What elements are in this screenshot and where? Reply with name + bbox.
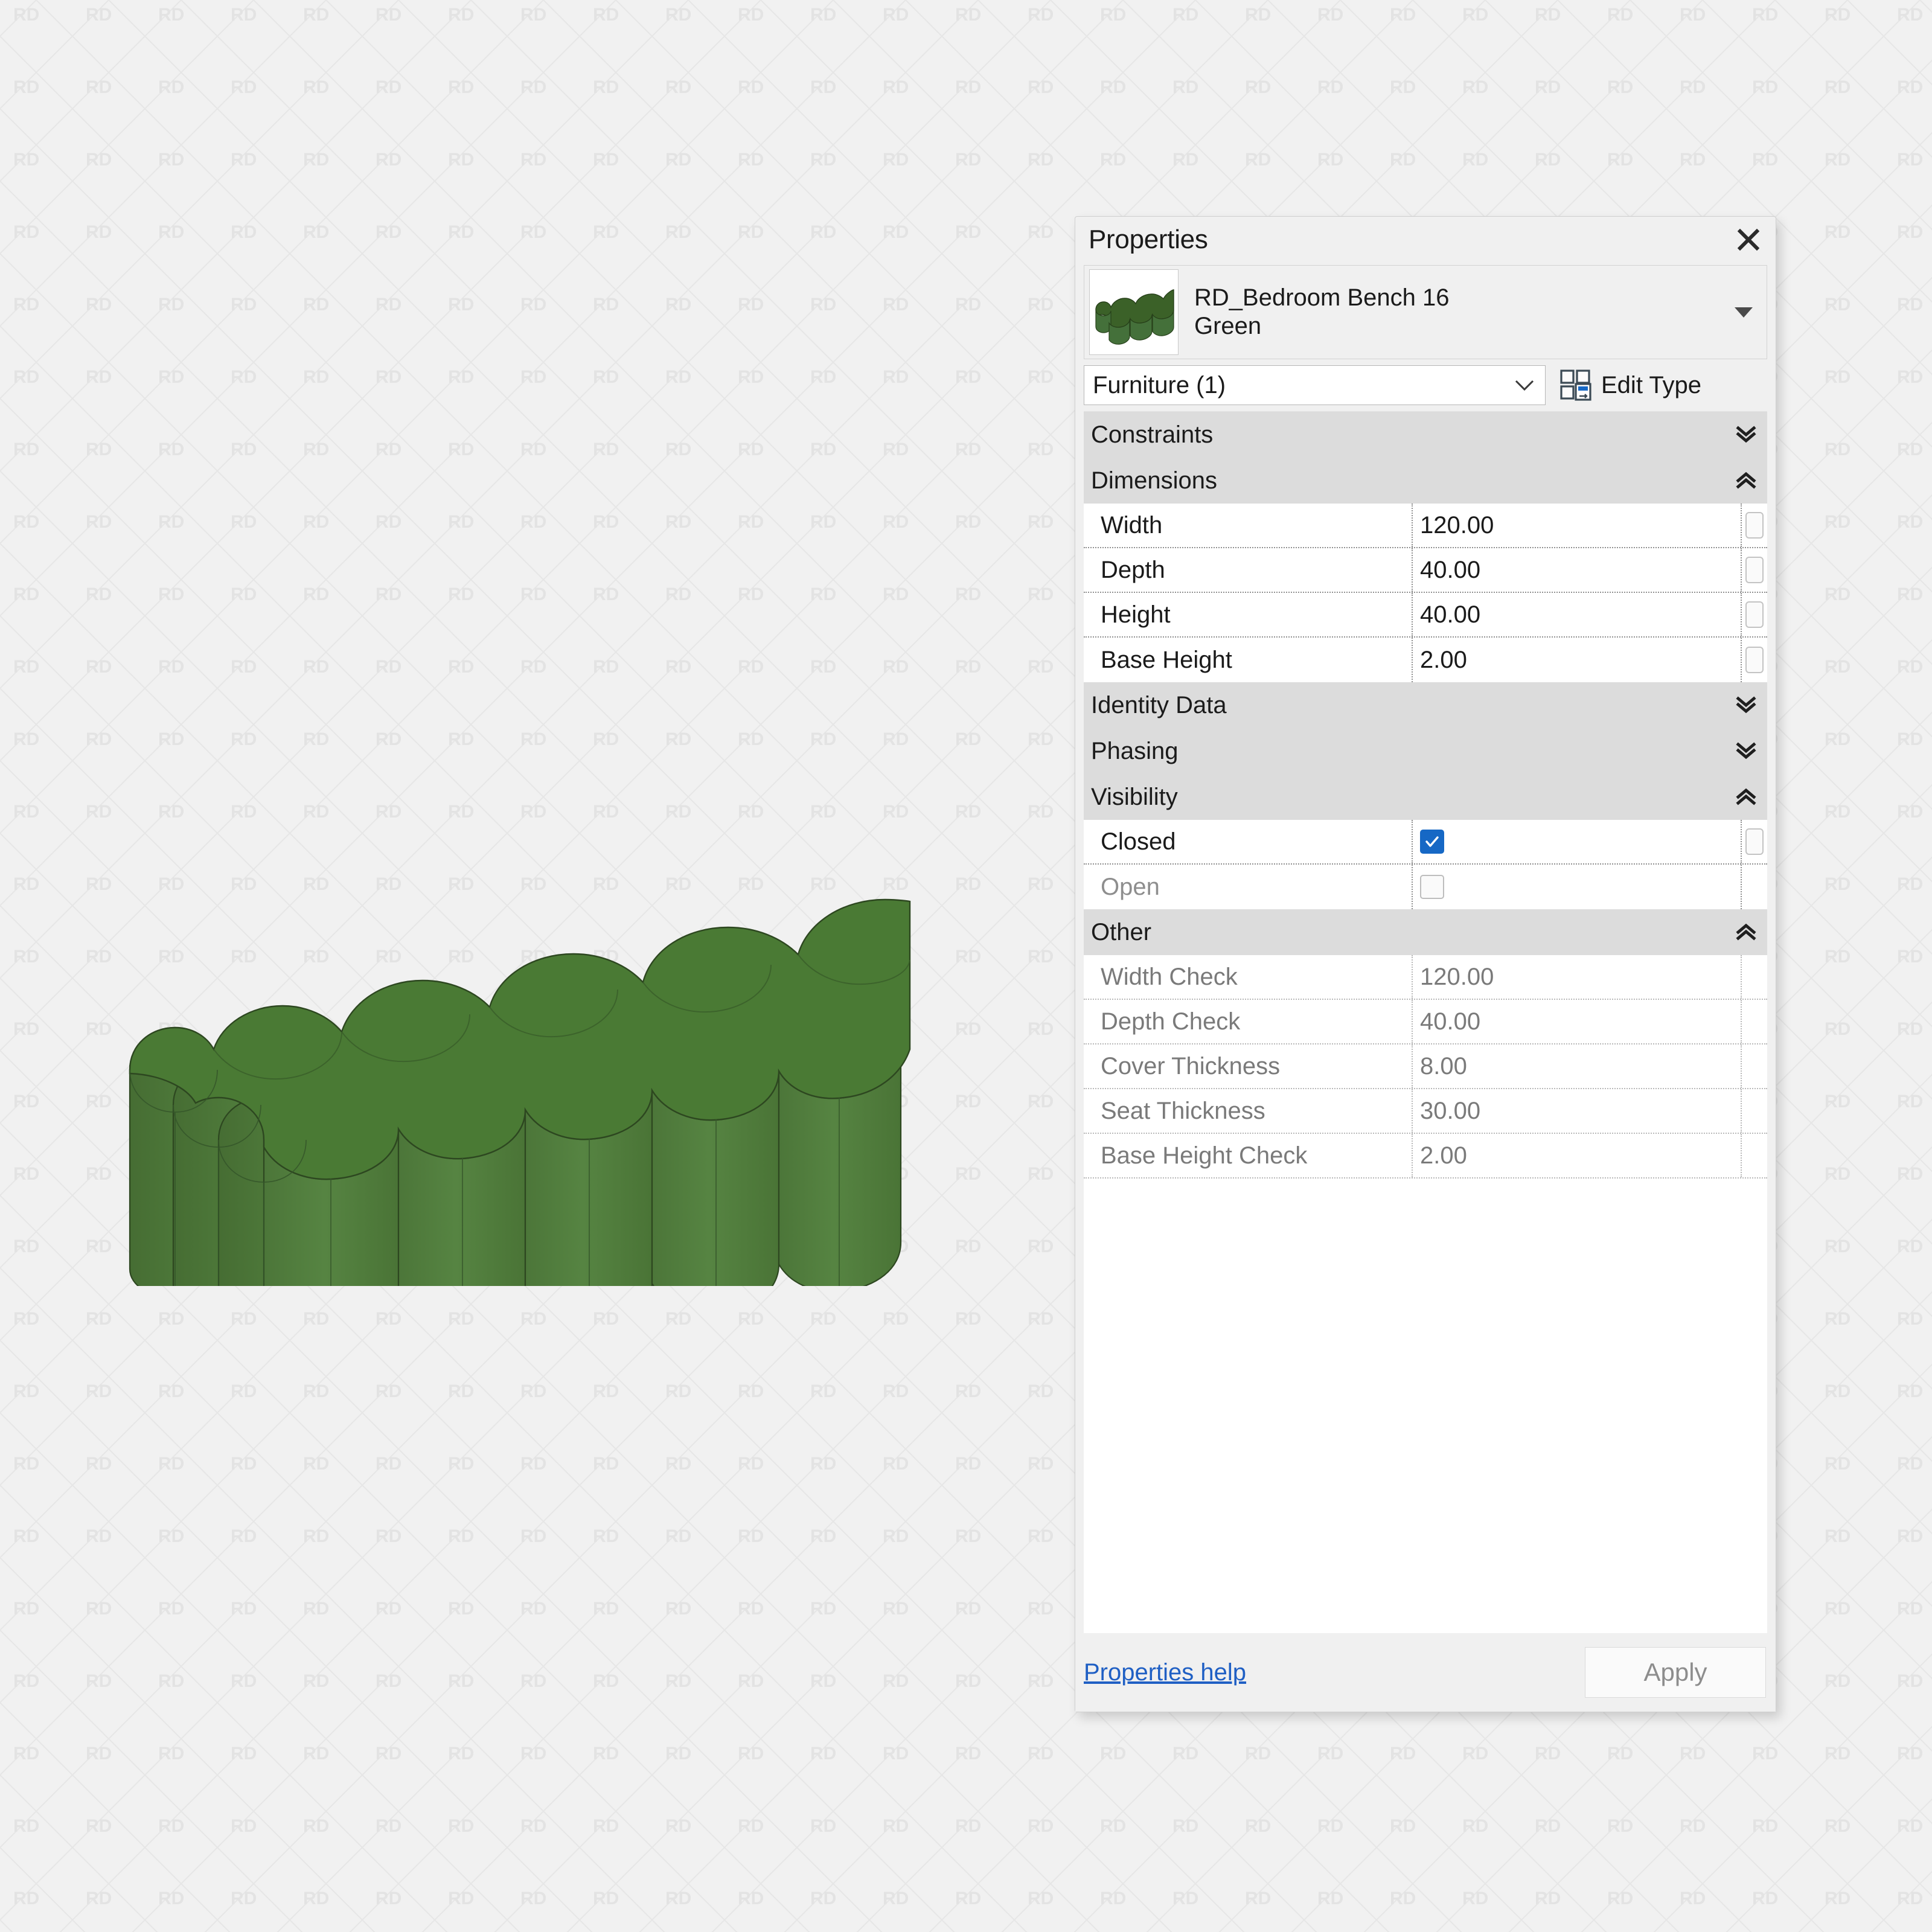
group-label: Constraints [1091,421,1733,449]
associate-parameter-button[interactable] [1745,601,1764,628]
parameter-name: Closed [1084,820,1413,863]
parameter-name: Base Height Check [1084,1134,1413,1177]
group-label: Other [1091,919,1733,946]
parameter-name: Cover Thickness [1084,1044,1413,1088]
edit-type-icon [1560,369,1591,401]
bench-thumbnail [1089,269,1179,355]
table-row[interactable]: Width Check120.00 [1084,955,1767,1000]
double-chevron-down-icon[interactable] [1733,696,1759,714]
group-label: Phasing [1091,738,1733,765]
parameter-name: Base Height [1084,638,1413,682]
palette-title-bar: Properties [1075,217,1776,263]
parameter-value[interactable]: 120.00 [1413,955,1742,999]
associate-parameter-button[interactable] [1745,828,1764,855]
parameter-grid: ConstraintsDimensionsWidth120.00Depth40.… [1084,411,1767,1633]
parameter-value[interactable] [1413,820,1742,863]
parameter-association-cell [1742,865,1767,909]
double-chevron-up-icon[interactable] [1733,472,1759,490]
associate-parameter-button[interactable] [1745,512,1764,539]
parameter-association-cell [1742,1044,1767,1088]
parameter-association-cell [1742,955,1767,999]
type-selector-header[interactable]: RD_Bedroom Bench 16 Green [1084,265,1767,359]
table-row[interactable]: Width120.00 [1084,504,1767,548]
parameter-value[interactable]: 2.00 [1413,638,1742,682]
category-value: Furniture (1) [1093,372,1511,399]
parameter-name: Width [1084,504,1413,547]
table-row[interactable]: Height40.00 [1084,593,1767,638]
checkbox-open[interactable] [1420,875,1444,899]
parameter-value[interactable] [1413,865,1742,909]
parameter-value[interactable]: 40.00 [1413,1000,1742,1043]
group-header-visibility[interactable]: Visibility [1084,774,1767,820]
type-dropdown-chevron-down-icon[interactable] [1727,295,1761,329]
double-chevron-down-icon[interactable] [1733,742,1759,760]
group-header-dimensions[interactable]: Dimensions [1084,458,1767,504]
table-row[interactable]: Depth40.00 [1084,548,1767,593]
parameter-name: Width Check [1084,955,1413,999]
parameter-name: Open [1084,865,1413,909]
palette-title: Properties [1089,225,1732,255]
bench-body [130,900,912,1286]
associate-parameter-button[interactable] [1745,557,1764,583]
parameter-association-cell [1742,548,1767,592]
table-row[interactable]: Base Height Check2.00 [1084,1134,1767,1179]
double-chevron-down-icon[interactable] [1733,426,1759,444]
double-chevron-up-icon[interactable] [1733,923,1759,941]
parameter-association-cell [1742,1134,1767,1177]
properties-palette[interactable]: Properties RD_Bedroom Bench 16 Green [1075,216,1776,1712]
parameter-association-cell [1742,1089,1767,1133]
palette-footer: Properties help Apply [1075,1633,1776,1712]
category-combo[interactable]: Furniture (1) [1084,365,1546,405]
grid-empty-area [1084,1179,1767,1553]
properties-help-link[interactable]: Properties help [1084,1659,1585,1686]
parameter-value[interactable]: 8.00 [1413,1044,1742,1088]
group-header-phasing[interactable]: Phasing [1084,728,1767,774]
type-name: Green [1194,312,1727,341]
parameter-association-cell [1742,820,1767,863]
parameter-value[interactable]: 40.00 [1413,548,1742,592]
parameter-name: Height [1084,593,1413,636]
checkbox-closed[interactable] [1420,830,1444,854]
group-label: Visibility [1091,784,1733,811]
associate-parameter-button[interactable] [1745,647,1764,673]
group-header-other[interactable]: Other [1084,909,1767,955]
parameter-association-cell [1742,638,1767,682]
parameter-value[interactable]: 40.00 [1413,593,1742,636]
table-row[interactable]: Cover Thickness8.00 [1084,1044,1767,1089]
group-label: Identity Data [1091,692,1733,719]
parameter-name: Seat Thickness [1084,1089,1413,1133]
chevron-down-icon [1511,379,1538,391]
edit-type-button[interactable]: Edit Type [1560,369,1701,401]
parameter-association-cell [1742,593,1767,636]
edit-type-label: Edit Type [1601,372,1701,399]
group-header-constraints[interactable]: Constraints [1084,412,1767,458]
bench-3d-model[interactable] [127,622,912,1286]
parameter-value[interactable]: 120.00 [1413,504,1742,547]
table-row[interactable]: Closed [1084,820,1767,865]
double-chevron-up-icon[interactable] [1733,788,1759,806]
parameter-name: Depth [1084,548,1413,592]
parameter-name: Depth Check [1084,1000,1413,1043]
group-header-identity-data[interactable]: Identity Data [1084,682,1767,728]
table-row[interactable]: Open [1084,865,1767,909]
table-row[interactable]: Seat Thickness30.00 [1084,1089,1767,1134]
parameter-association-cell [1742,504,1767,547]
parameter-value[interactable]: 2.00 [1413,1134,1742,1177]
parameter-value[interactable]: 30.00 [1413,1089,1742,1133]
category-selector-row: Furniture (1) Edit Type [1075,359,1776,410]
family-name: RD_Bedroom Bench 16 [1194,284,1727,312]
table-row[interactable]: Base Height2.00 [1084,638,1767,682]
close-icon[interactable] [1732,223,1765,256]
table-row[interactable]: Depth Check40.00 [1084,1000,1767,1044]
parameter-association-cell [1742,1000,1767,1043]
type-name-block: RD_Bedroom Bench 16 Green [1179,284,1727,341]
apply-button[interactable]: Apply [1585,1647,1766,1698]
group-label: Dimensions [1091,467,1733,494]
